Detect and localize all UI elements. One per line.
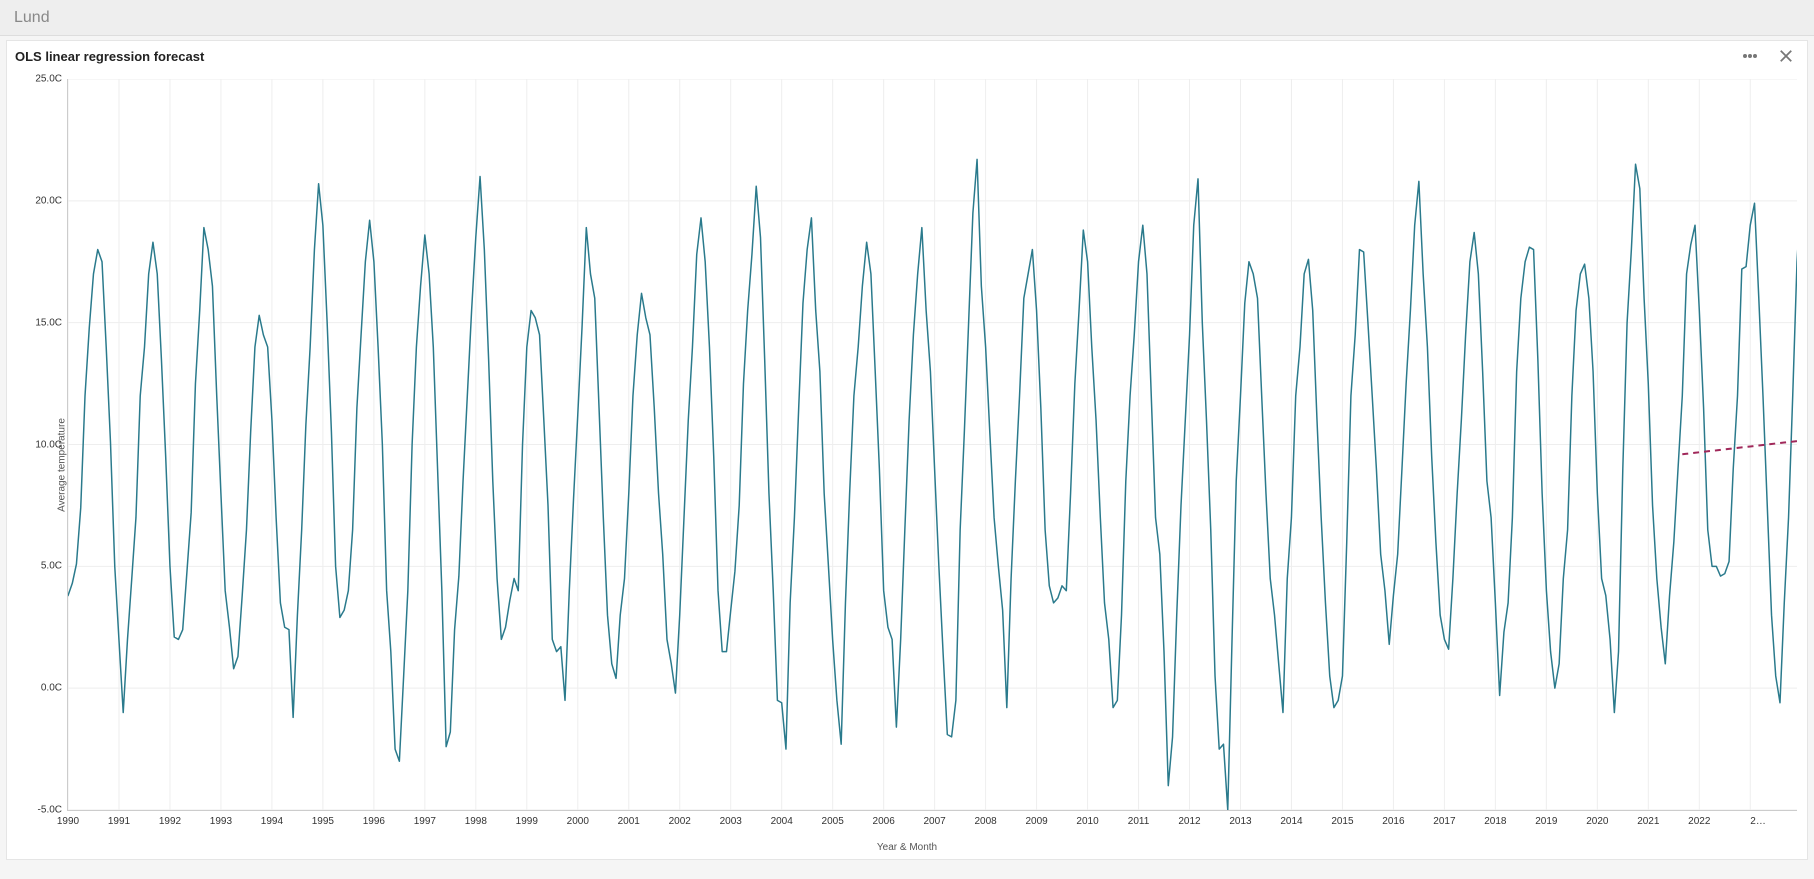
y-tick-label: -5.0C (38, 805, 62, 816)
y-tick-label: 20.0C (35, 195, 62, 206)
chart-area: Average temperature Year & Month -5.0C0.… (7, 71, 1807, 859)
x-tick-label: 2001 (618, 816, 640, 827)
x-tick-label: 2009 (1025, 816, 1047, 827)
x-tick-label: 1994 (261, 816, 283, 827)
x-tick-label: 2012 (1178, 816, 1200, 827)
x-tick-label: 2019 (1535, 816, 1557, 827)
x-tick-label: 2008 (974, 816, 996, 827)
y-tick-label: 15.0C (35, 317, 62, 328)
chart-plot[interactable]: -5.0C0.0C5.0C10.0C15.0C20.0C25.0C1990199… (67, 79, 1797, 811)
x-tick-label: 2022 (1688, 816, 1710, 827)
x-tick-label: 2… (1750, 816, 1797, 827)
x-tick-label: 2013 (1229, 816, 1251, 827)
y-tick-label: 0.0C (41, 683, 62, 694)
x-tick-label: 2011 (1128, 816, 1150, 827)
x-tick-label: 2016 (1382, 816, 1404, 827)
panel-header: OLS linear regression forecast (7, 41, 1807, 71)
x-tick-label: 2010 (1076, 816, 1098, 827)
x-tick-label: 1993 (210, 816, 232, 827)
y-tick-label: 25.0C (35, 74, 62, 85)
x-tick-label: 2015 (1331, 816, 1353, 827)
x-tick-label: 2003 (720, 816, 742, 827)
x-axis-label: Year & Month (877, 842, 937, 853)
x-tick-label: 2014 (1280, 816, 1302, 827)
x-tick-label: 2006 (873, 816, 895, 827)
actual-series (68, 159, 1797, 810)
chart-panel: OLS linear regression forecast Average t… (6, 40, 1808, 860)
x-tick-label: 2018 (1484, 816, 1506, 827)
page-header: Lund (0, 0, 1814, 36)
y-axis-label: Average temperature (56, 418, 67, 512)
x-tick-label: 1991 (108, 816, 130, 827)
page-title: Lund (14, 9, 50, 27)
x-tick-label: 2020 (1586, 816, 1608, 827)
y-tick-label: 10.0C (35, 439, 62, 450)
more-options-icon[interactable] (1741, 47, 1759, 65)
x-tick-label: 2000 (567, 816, 589, 827)
x-tick-label: 1998 (465, 816, 487, 827)
x-tick-label: 2007 (923, 816, 945, 827)
x-tick-label: 1996 (363, 816, 385, 827)
panel-actions (1741, 47, 1795, 65)
close-icon[interactable] (1777, 47, 1795, 65)
x-tick-label: 1990 (57, 816, 79, 827)
x-tick-label: 1999 (516, 816, 538, 827)
x-tick-label: 2002 (669, 816, 691, 827)
x-tick-label: 2017 (1433, 816, 1455, 827)
x-tick-label: 1997 (414, 816, 436, 827)
x-tick-label: 2005 (822, 816, 844, 827)
x-tick-label: 2021 (1637, 816, 1659, 827)
y-tick-label: 5.0C (41, 561, 62, 572)
x-tick-label: 2004 (771, 816, 793, 827)
x-tick-label: 1995 (312, 816, 334, 827)
x-tick-label: 1992 (159, 816, 181, 827)
panel-title: OLS linear regression forecast (15, 49, 204, 64)
